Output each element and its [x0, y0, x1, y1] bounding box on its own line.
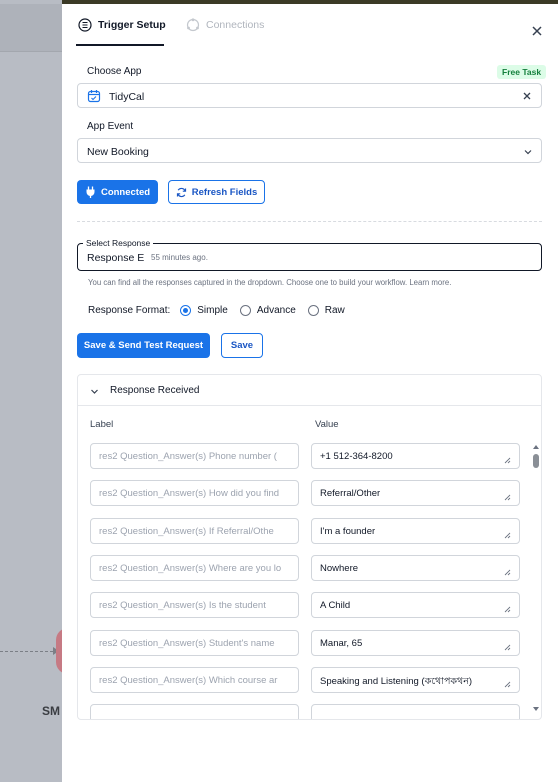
trigger-setup-panel: Trigger Setup Connections Choose App Fre… — [62, 4, 558, 782]
plug-icon — [86, 186, 95, 198]
resize-grip-icon[interactable] — [504, 644, 511, 651]
response-value-text: Referral/Other — [320, 488, 381, 499]
response-label-input[interactable]: res2 Question_Answer(s) Which course ar — [90, 667, 299, 693]
response-value-input[interactable]: Referral/Other — [311, 480, 520, 506]
response-value-text: I'm a founder — [320, 526, 376, 537]
canvas-header — [0, 4, 62, 52]
save-button[interactable]: Save — [221, 333, 263, 358]
response-format-group: Response Format: Simple Advance Raw — [88, 305, 357, 316]
choose-app-label: Choose App — [87, 66, 142, 77]
tab-connections-label: Connections — [206, 19, 265, 31]
response-value-text: Nowhere — [320, 563, 359, 574]
refresh-icon — [176, 187, 186, 197]
workflow-node-label: SM — [42, 704, 60, 718]
response-label-input[interactable]: res2 Question_Answer(s) How did you find — [90, 480, 299, 506]
scroll-thumb[interactable] — [533, 454, 539, 468]
radio-raw-label[interactable]: Raw — [325, 305, 345, 316]
response-label-input[interactable]: res2 Question_Answer(s) Where are you lo — [90, 555, 299, 581]
section-divider — [77, 221, 542, 222]
clear-icon[interactable] — [521, 90, 533, 102]
app-event-label: App Event — [87, 121, 134, 132]
select-response-label: Select Response — [83, 238, 154, 248]
tab-bar: Trigger Setup Connections — [62, 4, 558, 50]
resize-grip-icon[interactable] — [504, 681, 511, 688]
response-row: res2 Question_Answer(s) Which course ar … — [90, 667, 520, 693]
choose-app-value: TidyCal — [109, 91, 145, 103]
response-received-section: Response Received Label Value res2 Quest… — [77, 374, 542, 720]
connections-icon — [186, 18, 200, 32]
response-scrollbar[interactable] — [532, 445, 540, 711]
app-event-select[interactable]: New Booking — [77, 138, 542, 163]
radio-simple-label[interactable]: Simple — [197, 305, 228, 316]
response-value-input[interactable]: A Child — [311, 592, 520, 618]
response-row — [90, 704, 520, 719]
choose-app-select[interactable]: TidyCal — [77, 83, 542, 108]
response-value-text: Manar, 65 — [320, 638, 363, 649]
workflow-canvas — [0, 0, 62, 782]
radio-raw[interactable] — [307, 305, 319, 316]
response-value-text: A Child — [320, 600, 351, 611]
resize-grip-icon[interactable] — [504, 494, 511, 501]
trigger-icon — [78, 18, 92, 32]
response-received-header[interactable]: Response Received — [78, 375, 541, 406]
response-label-input[interactable]: res2 Question_Answer(s) Phone number ( — [90, 443, 299, 469]
chevron-down-icon[interactable] — [90, 387, 99, 396]
refresh-fields-label: Refresh Fields — [191, 186, 258, 198]
chevron-down-icon — [524, 150, 532, 155]
response-value-text: Speaking and Listening (কথোপকথন) — [320, 676, 473, 687]
response-label-input[interactable] — [90, 704, 299, 719]
response-label-input[interactable]: res2 Question_Answer(s) Student's name — [90, 630, 299, 656]
response-row: res2 Question_Answer(s) If Referral/Othe… — [90, 518, 520, 544]
response-row: res2 Question_Answer(s) How did you find… — [90, 480, 520, 506]
response-label-input[interactable]: res2 Question_Answer(s) Is the student — [90, 592, 299, 618]
response-row: res2 Question_Answer(s) Where are you lo… — [90, 555, 520, 581]
select-response-time: 55 minutes ago. — [151, 253, 208, 262]
radio-simple[interactable] — [180, 305, 192, 316]
response-value-text: +1 512-364-8200 — [320, 451, 393, 462]
response-value-input[interactable]: +1 512-364-8200 — [311, 443, 520, 469]
resize-grip-icon[interactable] — [504, 532, 511, 539]
response-row: res2 Question_Answer(s) Student's name M… — [90, 630, 520, 656]
response-label-input[interactable]: res2 Question_Answer(s) If Referral/Othe — [90, 518, 299, 544]
response-row: res2 Question_Answer(s) Phone number ( +… — [90, 443, 520, 469]
free-task-badge: Free Task — [497, 65, 547, 79]
response-format-label: Response Format: — [88, 305, 171, 316]
connector-line — [0, 651, 58, 652]
scroll-up-icon[interactable] — [533, 445, 539, 449]
tab-trigger-setup[interactable]: Trigger Setup — [78, 18, 166, 32]
radio-advance[interactable] — [239, 305, 251, 316]
label-column-header: Label — [90, 419, 114, 430]
select-response-value: Response E — [87, 252, 145, 264]
tab-trigger-setup-label: Trigger Setup — [98, 19, 166, 31]
active-tab-indicator — [76, 44, 164, 46]
response-value-input[interactable]: I'm a founder — [311, 518, 520, 544]
close-icon[interactable] — [530, 24, 544, 38]
response-row: res2 Question_Answer(s) Is the student A… — [90, 592, 520, 618]
resize-grip-icon[interactable] — [504, 606, 511, 613]
app-event-value: New Booking — [87, 146, 149, 158]
response-value-input[interactable]: Manar, 65 — [311, 630, 520, 656]
resize-grip-icon[interactable] — [504, 569, 511, 576]
value-column-header: Value — [315, 419, 339, 430]
connected-button-label: Connected — [100, 186, 151, 198]
scroll-down-icon[interactable] — [533, 707, 539, 711]
response-value-input[interactable]: Nowhere — [311, 555, 520, 581]
response-value-input[interactable] — [311, 704, 520, 719]
tidycal-app-icon — [87, 90, 101, 103]
radio-advance-label[interactable]: Advance — [257, 305, 296, 316]
tab-connections[interactable]: Connections — [186, 18, 264, 32]
response-value-input[interactable]: Speaking and Listening (কথোপকথন) — [311, 667, 520, 693]
connected-button[interactable]: Connected — [77, 180, 158, 204]
select-response-help: You can find all the responses captured … — [88, 278, 452, 287]
resize-grip-icon[interactable] — [504, 457, 511, 464]
save-and-send-test-button[interactable]: Save & Send Test Request — [77, 333, 210, 358]
refresh-fields-button[interactable]: Refresh Fields — [168, 180, 265, 204]
response-received-title: Response Received — [110, 385, 200, 396]
